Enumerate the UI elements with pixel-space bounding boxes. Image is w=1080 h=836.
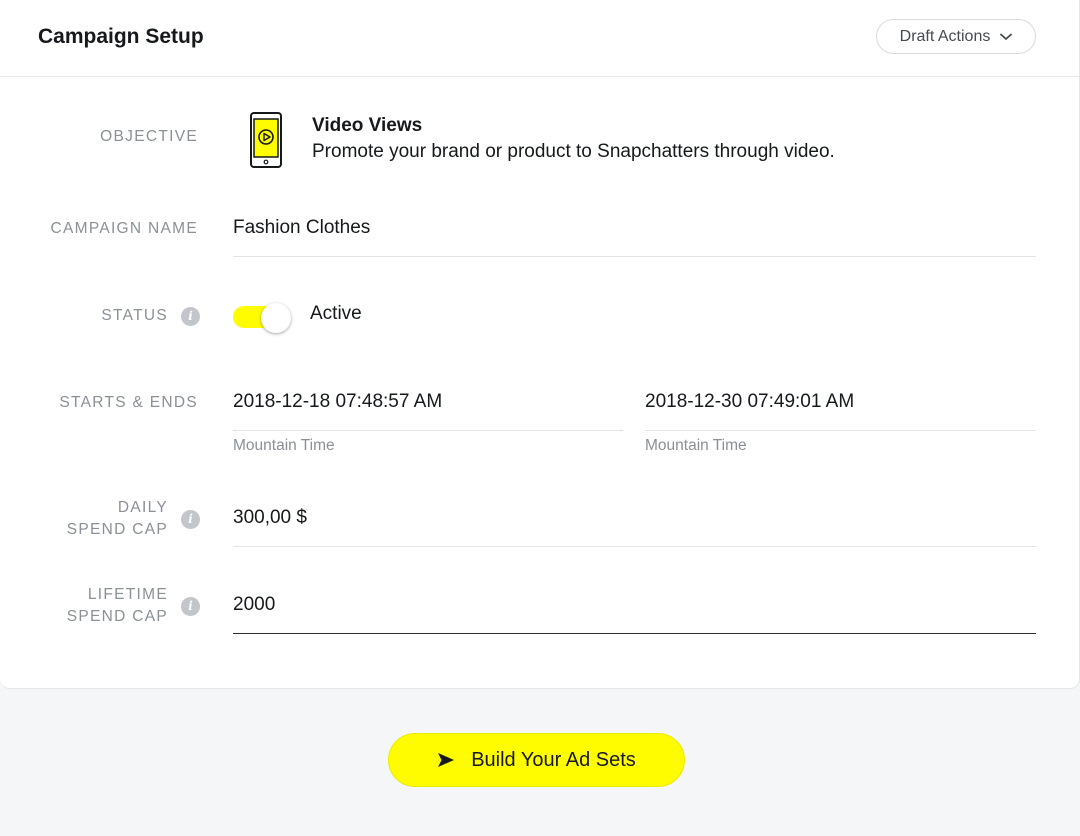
toggle-knob (261, 303, 291, 333)
end-datetime-underline (645, 430, 1036, 431)
lifetime-spend-cap-label-line1: LIFETIME (87, 586, 168, 603)
lifetime-spend-cap-info-icon[interactable]: i (181, 597, 200, 616)
start-datetime-input[interactable]: 2018-12-18 07:48:57 AM (233, 391, 442, 413)
daily-spend-cap-label-line1: DAILY (117, 499, 168, 516)
draft-actions-button[interactable]: Draft Actions (876, 19, 1036, 54)
objective-description: Promote your brand or product to Snapcha… (312, 141, 835, 162)
daily-spend-cap-label-line2: SPEND CAP (66, 521, 168, 538)
build-ad-sets-label: Build Your Ad Sets (471, 748, 636, 771)
daily-spend-cap-underline (233, 546, 1036, 547)
campaign-name-input[interactable]: Fashion Clothes (233, 217, 370, 239)
draft-actions-label: Draft Actions (899, 27, 991, 45)
send-arrow-icon (438, 753, 455, 767)
campaign-name-underline (233, 256, 1036, 257)
starts-ends-label: STARTS & ENDS (59, 394, 198, 411)
status-label: STATUS (101, 307, 168, 324)
objective-title: Video Views (312, 115, 423, 136)
end-timezone: Mountain Time (645, 437, 747, 454)
daily-spend-cap-info-icon[interactable]: i (181, 510, 200, 529)
card-header: Campaign Setup Draft Actions (0, 0, 1079, 77)
start-datetime-underline (233, 430, 623, 431)
start-timezone: Mountain Time (233, 437, 335, 454)
end-datetime-input[interactable]: 2018-12-30 07:49:01 AM (645, 391, 854, 413)
video-phone-icon (250, 112, 282, 168)
lifetime-spend-cap-input[interactable]: 2000 (233, 594, 275, 616)
chevron-down-icon (1000, 33, 1013, 40)
page-title: Campaign Setup (38, 25, 204, 48)
lifetime-spend-cap-underline (233, 633, 1036, 634)
objective-label: OBJECTIVE (100, 128, 198, 145)
status-value: Active (310, 303, 362, 324)
status-toggle[interactable] (233, 303, 291, 333)
daily-spend-cap-input[interactable]: 300,00 $ (233, 507, 307, 529)
lifetime-spend-cap-label-line2: SPEND CAP (66, 608, 168, 625)
build-ad-sets-button[interactable]: Build Your Ad Sets (388, 733, 685, 787)
campaign-name-label: CAMPAIGN NAME (50, 220, 198, 237)
status-info-icon[interactable]: i (181, 307, 200, 326)
campaign-setup-card: Campaign Setup Draft Actions OBJECTIVE V… (0, 0, 1080, 689)
